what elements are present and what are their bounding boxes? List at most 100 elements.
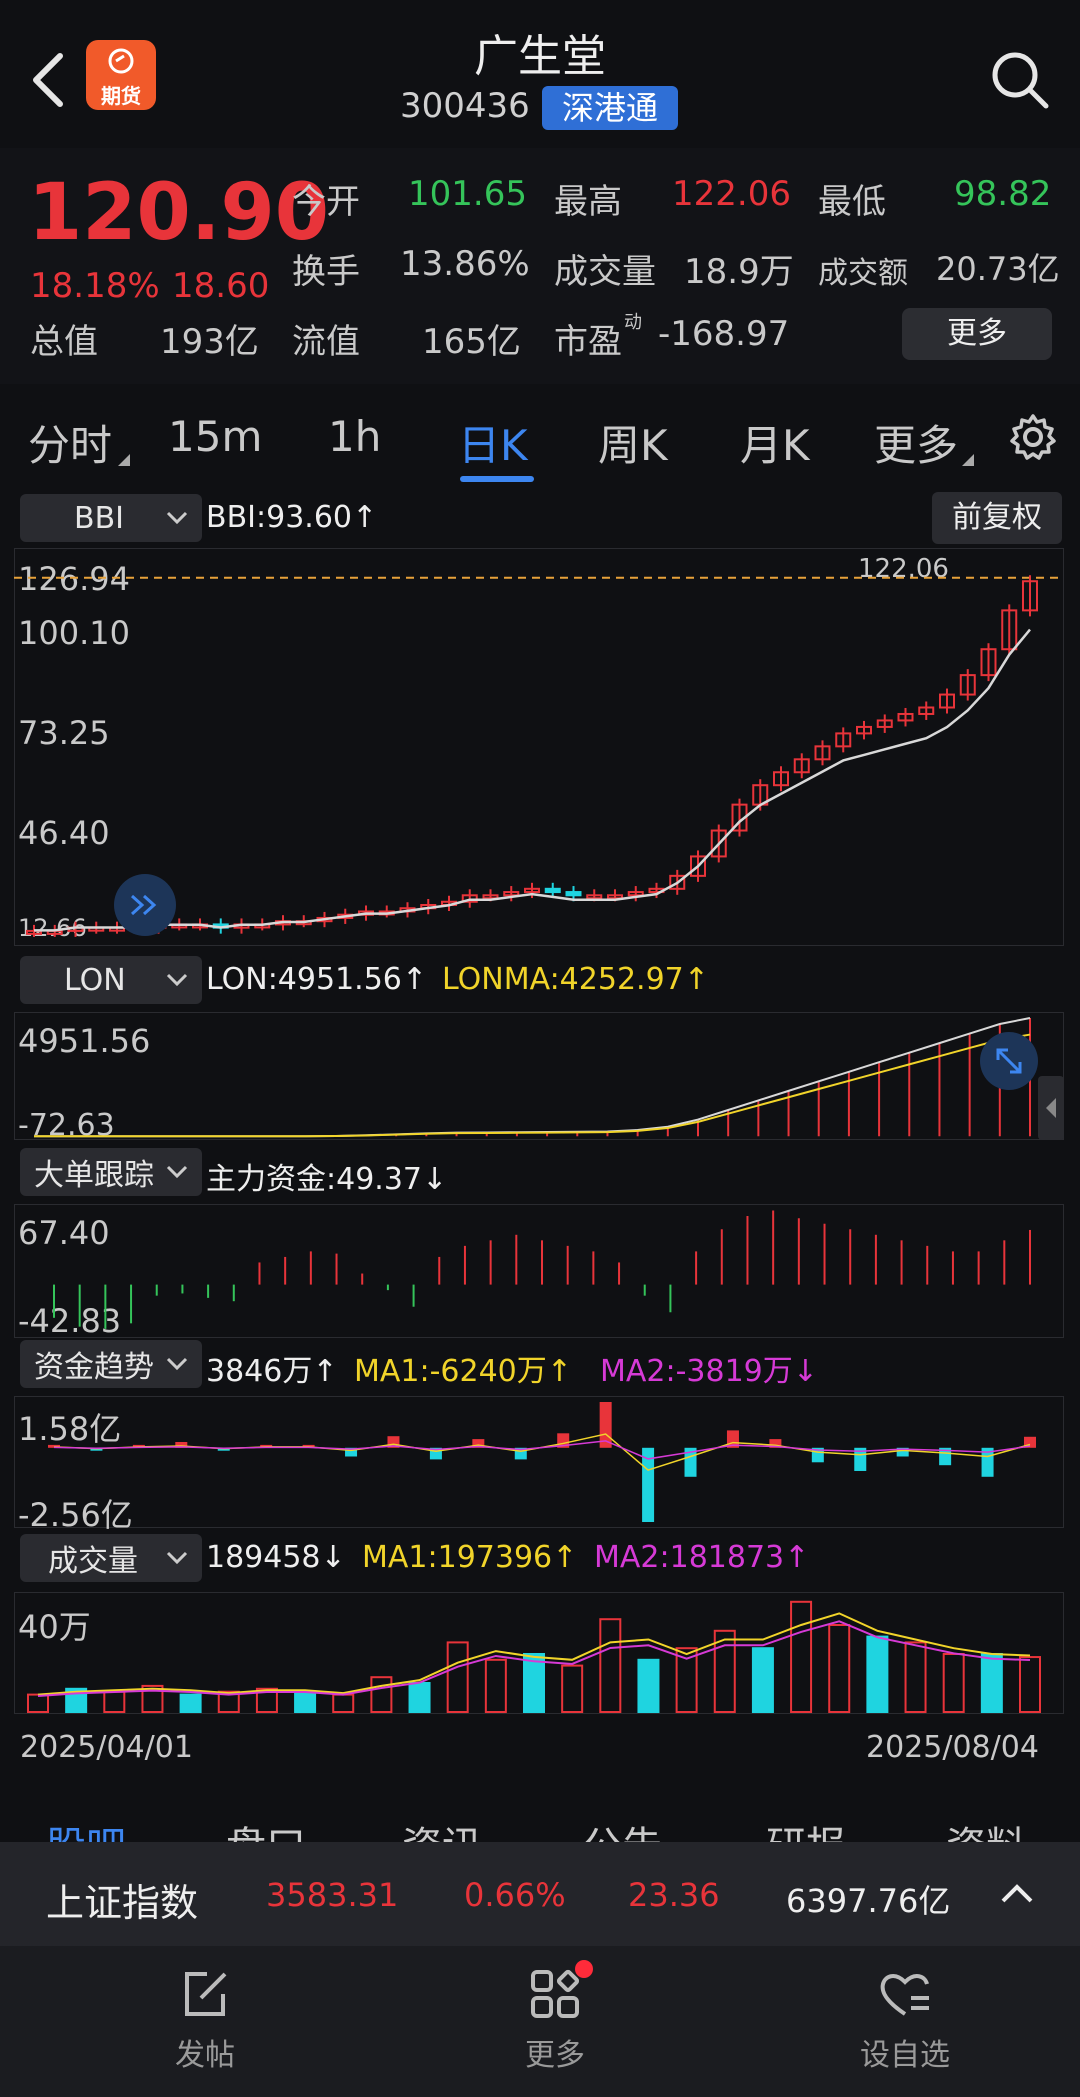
stock-code: 300436 <box>400 86 530 126</box>
period-tabs: 分时 15m 1h 日K 周K 月K 更多 <box>0 384 1080 488</box>
stock-name: 广生堂 <box>474 31 606 82</box>
tab-more[interactable]: 更多 <box>874 412 958 473</box>
tab-monthly-k[interactable]: 月K <box>740 412 810 473</box>
nav-watch[interactable]: 设自选 <box>825 1966 985 2076</box>
bigorder-svg <box>53 1210 1031 1329</box>
bigorder-indicator-select[interactable]: 大单跟踪 <box>20 1148 202 1196</box>
index-pct: 0.66% <box>464 1876 566 1914</box>
volume-bar <box>370 1676 393 1713</box>
mktcap-label: 总值 <box>30 322 98 362</box>
lonma-readout: LONMA:4252.97↑ <box>442 962 709 997</box>
more-quote-button[interactable]: 更多 <box>902 308 1052 360</box>
section-tab-news[interactable]: 资讯 <box>402 1814 482 1842</box>
pe-label: 市盈 <box>554 322 622 362</box>
volume-bar <box>828 1624 851 1713</box>
index-amount: 6397.76亿 <box>786 1882 951 1920</box>
mktcap-value: 193亿 <box>160 322 259 362</box>
float-value: 165亿 <box>422 322 521 362</box>
volume-bar <box>980 1653 1003 1713</box>
pe-value: -168.97 <box>658 314 790 354</box>
fund-panel: 资金趋势 3846万↑ MA1:-6240万↑ MA2:-3819万↓ 1.58… <box>14 1340 1066 1534</box>
side-handle[interactable] <box>1038 1076 1064 1140</box>
date-end: 2025/08/04 <box>866 1730 1039 1765</box>
nav-more[interactable]: 更多 <box>475 1960 635 2076</box>
chevron-down-icon <box>166 1165 188 1179</box>
index-bar[interactable]: 上证指数 3583.31 0.66% 23.36 6397.76亿 <box>0 1842 1080 1946</box>
nav-post-label: 发帖 <box>175 2038 235 2073</box>
volume-bar <box>408 1682 431 1713</box>
expand-arrows-icon[interactable] <box>114 874 176 936</box>
lon-readout: LON:4951.56↑ <box>206 962 428 997</box>
last-price: 120.90 <box>28 168 329 258</box>
candle-body <box>565 891 582 897</box>
low-label: 最低 <box>818 182 886 222</box>
tab-15m[interactable]: 15m <box>168 412 262 461</box>
bigorder-readout: 主力资金:49.37↓ <box>206 1162 448 1197</box>
open-label: 今开 <box>292 182 360 222</box>
volume-indicator-select[interactable]: 成交量 <box>20 1534 202 1582</box>
chevron-down-icon <box>166 1551 188 1565</box>
volume-indicator-label: 成交量 <box>48 1544 138 1579</box>
float-label: 流值 <box>292 322 360 362</box>
fund-indicator-select[interactable]: 资金趋势 <box>20 1340 202 1388</box>
high-label: 最高 <box>554 182 622 222</box>
collapse-arrows-icon[interactable] <box>980 1032 1038 1090</box>
futures-badge-label: 期货 <box>101 84 141 108</box>
quote-panel: 120.90 18.18% 18.60 总值 193亿 今开 101.65 最高… <box>0 148 1080 384</box>
header: 期货 广生堂 300436 深港通 <box>0 0 1080 140</box>
tab-weekly-k[interactable]: 周K <box>598 412 668 473</box>
tab-daily-k[interactable]: 日K <box>458 412 528 473</box>
kline-panel: BBI BBI:93.60↑ 前复权 126.94 100.10 73.25 4… <box>14 490 1066 950</box>
volume-bar <box>446 1641 469 1713</box>
turnover-value: 13.86% <box>400 244 530 284</box>
volume-svg <box>27 1600 1041 1714</box>
section-tab-announcements[interactable]: 公告 <box>582 1814 662 1842</box>
connect-badge[interactable]: 深港通 <box>542 86 678 130</box>
section-tab-research[interactable]: 研报 <box>766 1814 846 1842</box>
volume-bar <box>1019 1656 1041 1714</box>
volume-ma1: MA1:197396↑ <box>362 1540 578 1575</box>
section-tab-orderbook[interactable]: 盘口 <box>226 1814 306 1842</box>
high-value: 122.06 <box>672 174 791 214</box>
section-tab-forum[interactable]: 股吧 <box>46 1814 126 1842</box>
fund-ma2: MA2:-3819万↓ <box>600 1354 818 1389</box>
candle-body <box>544 887 561 894</box>
index-value: 3583.31 <box>266 1876 399 1914</box>
main-indicator-label: BBI <box>74 500 125 536</box>
volume-bar <box>637 1658 660 1714</box>
search-icon[interactable] <box>990 50 1050 110</box>
section-tabs: 股吧 盘口 资讯 公告 研报 资料 <box>0 1786 1080 1842</box>
adjust-button[interactable]: 前复权 <box>932 492 1062 544</box>
edit-icon <box>185 1972 227 2016</box>
volume-bar <box>599 1618 622 1714</box>
section-tab-profile[interactable]: 资料 <box>946 1814 1026 1842</box>
chevron-up-icon[interactable] <box>1000 1882 1034 1904</box>
lon-line <box>34 1017 1031 1138</box>
volume-ma2: MA2:181873↑ <box>594 1540 810 1575</box>
volume-bar <box>561 1664 584 1713</box>
change-pct: 18.18% <box>30 266 160 306</box>
main-indicator-select[interactable]: BBI <box>20 494 202 542</box>
volume-value: 189458↓ <box>206 1540 346 1575</box>
volume-bar <box>866 1635 889 1713</box>
volume-bar <box>27 1693 49 1713</box>
volume-bar <box>942 1653 965 1713</box>
bigorder-panel: 大单跟踪 主力资金:49.37↓ 67.40 -42.83 <box>14 1146 1066 1340</box>
tab-timeshare[interactable]: 分时 <box>28 412 112 473</box>
open-value: 101.65 <box>408 174 527 214</box>
change-value: 18.60 <box>172 266 270 306</box>
settings-gear-icon[interactable] <box>1008 412 1058 462</box>
heart-list-icon <box>880 1974 929 2016</box>
volume-label: 成交量 <box>554 252 656 292</box>
tab-1h[interactable]: 1h <box>328 412 381 461</box>
volume-value: 18.9万 <box>684 252 794 292</box>
volume-bar <box>790 1600 813 1713</box>
lon-indicator-select[interactable]: LON <box>20 956 202 1004</box>
fund-ma1: MA1:-6240万↑ <box>354 1354 572 1389</box>
nav-post[interactable]: 发帖 <box>125 1966 285 2076</box>
index-change: 23.36 <box>628 1876 720 1914</box>
date-start: 2025/04/01 <box>20 1730 193 1765</box>
volume-bar <box>484 1658 507 1714</box>
fund-ma2-line <box>53 1440 1031 1460</box>
bbi-readout: BBI:93.60↑ <box>206 500 378 535</box>
